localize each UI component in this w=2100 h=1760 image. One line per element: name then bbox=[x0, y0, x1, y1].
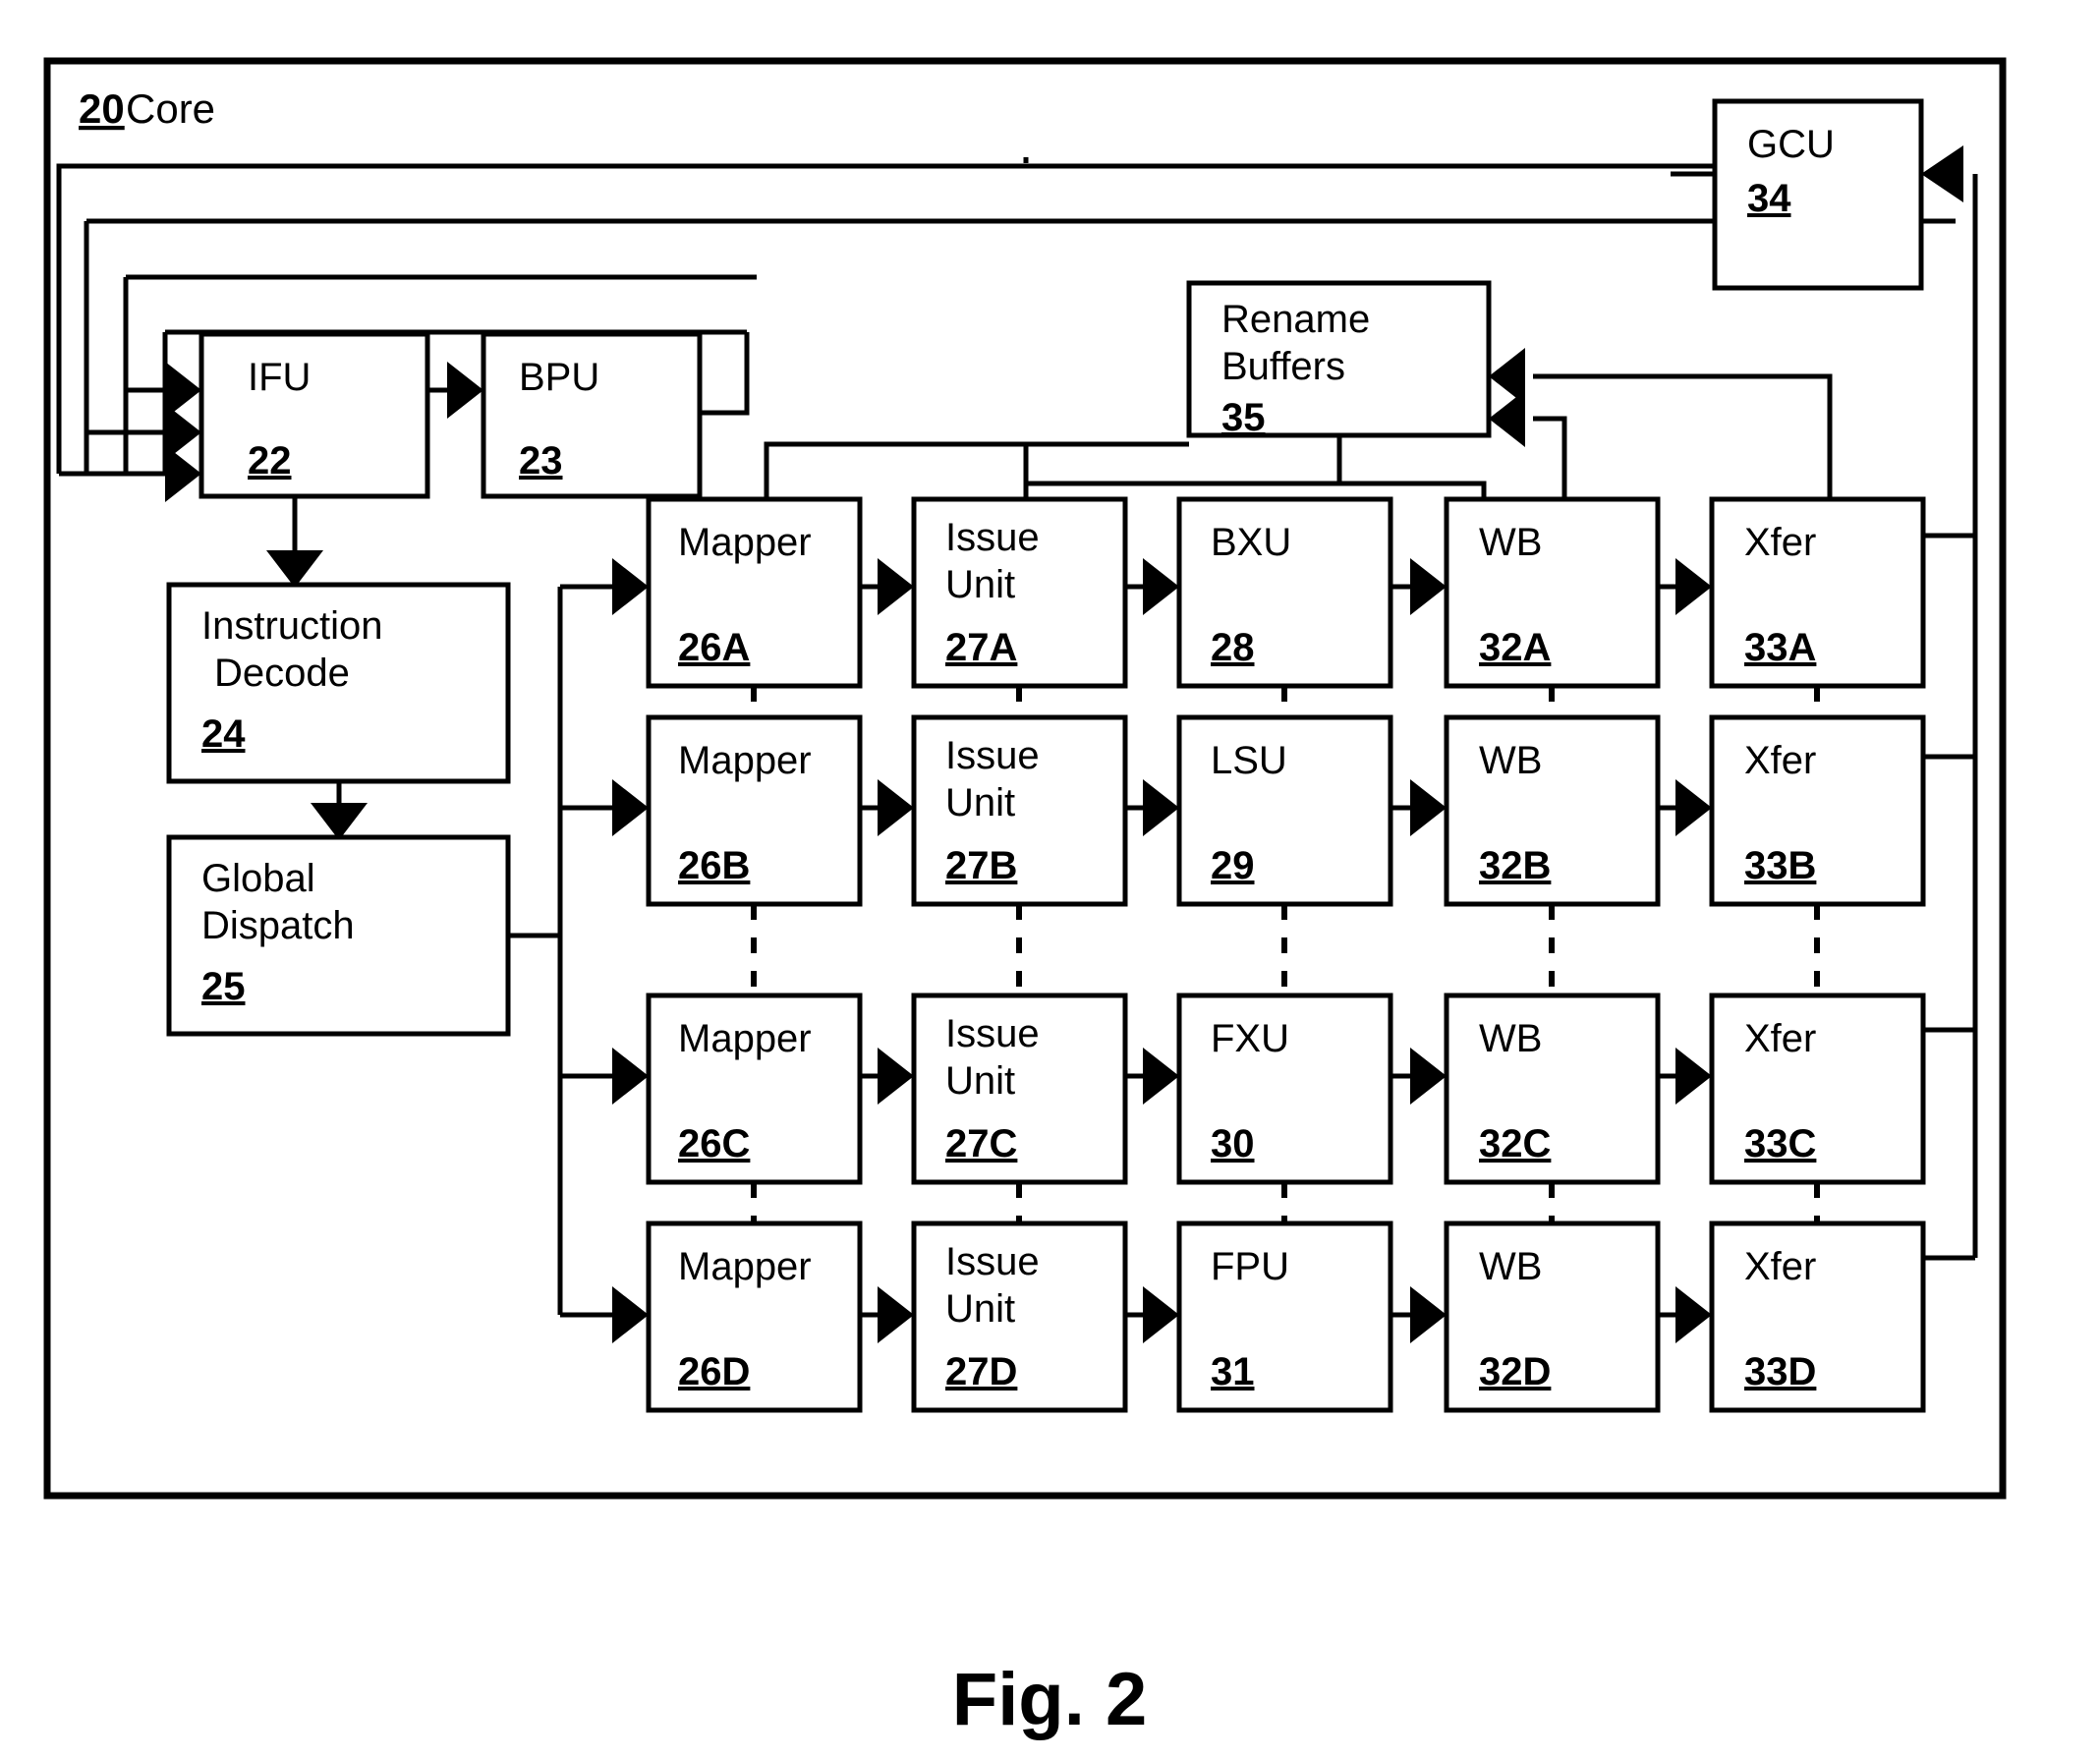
figure-page: IFU 22 BPU 23 Instruction Decode 24 Glob… bbox=[0, 0, 2100, 1760]
pipeline-row: Mapper 26B Issue Unit 27B LSU 29 WB 32B … bbox=[646, 714, 1926, 907]
wb-a-title: WB bbox=[1479, 521, 1542, 564]
rename-title-line2: Buffers bbox=[1221, 345, 1345, 388]
xfer-c-title: Xfer bbox=[1744, 1017, 1816, 1060]
mapper-d-title: Mapper bbox=[678, 1245, 812, 1288]
core-block-diagram: IFU 22 BPU 23 Instruction Decode 24 Glob… bbox=[43, 57, 2007, 1741]
issue-b-title-line1: Issue bbox=[945, 734, 1040, 777]
mapper-a-number: 26A bbox=[678, 626, 750, 669]
issue-c-title-line1: Issue bbox=[945, 1012, 1040, 1055]
issue-a-number: 27A bbox=[945, 626, 1017, 669]
rename-number: 35 bbox=[1221, 396, 1266, 439]
block-lsu[interactable]: LSU 29 bbox=[1176, 714, 1393, 907]
mapper-d-number: 26D bbox=[678, 1350, 750, 1393]
mapper-b-number: 26B bbox=[678, 844, 750, 887]
lsu-number: 29 bbox=[1211, 844, 1255, 887]
block-wb-c[interactable]: WB 32C bbox=[1444, 993, 1661, 1185]
block-mapper-a[interactable]: Mapper 26A bbox=[646, 496, 863, 689]
wb-d-title: WB bbox=[1479, 1245, 1542, 1288]
wb-b-number: 32B bbox=[1479, 844, 1551, 887]
block-xfer-c[interactable]: Xfer 33C bbox=[1709, 993, 1926, 1185]
block-issue-a[interactable]: Issue Unit 27A bbox=[911, 496, 1128, 689]
decode-title-line2: Decode bbox=[214, 652, 350, 695]
block-bpu[interactable]: BPU 23 bbox=[481, 331, 703, 499]
pipeline-row: Mapper 26C Issue Unit 27C FXU 30 WB 32C … bbox=[646, 993, 1926, 1185]
mapper-b-title: Mapper bbox=[678, 739, 812, 782]
xfer-a-title: Xfer bbox=[1744, 521, 1816, 564]
issue-d-title-line1: Issue bbox=[945, 1240, 1040, 1283]
mapper-c-title: Mapper bbox=[678, 1017, 812, 1060]
bxu-title: BXU bbox=[1211, 521, 1291, 564]
xfer-b-number: 33B bbox=[1744, 844, 1816, 887]
block-mapper-d[interactable]: Mapper 26D bbox=[646, 1221, 863, 1413]
block-instruction-decode[interactable]: Instruction Decode 24 bbox=[166, 582, 511, 784]
decode-number: 24 bbox=[201, 712, 246, 756]
bpu-title: BPU bbox=[519, 356, 599, 399]
issue-a-title-line1: Issue bbox=[945, 516, 1040, 559]
block-fpu[interactable]: FPU 31 bbox=[1176, 1221, 1393, 1413]
issue-d-title-line2: Unit bbox=[945, 1287, 1015, 1331]
block-mapper-c[interactable]: Mapper 26C bbox=[646, 993, 863, 1185]
wb-d-number: 32D bbox=[1479, 1350, 1551, 1393]
dispatch-title-line1: Global bbox=[201, 857, 315, 900]
core-title: 20 Core bbox=[79, 85, 215, 132]
core-title-text: Core bbox=[126, 85, 215, 132]
issue-b-number: 27B bbox=[945, 844, 1017, 887]
issue-c-number: 27C bbox=[945, 1122, 1017, 1165]
wb-a-number: 32A bbox=[1479, 626, 1551, 669]
fpu-number: 31 bbox=[1211, 1350, 1255, 1393]
core-title-number: 20 bbox=[79, 85, 125, 132]
block-issue-b[interactable]: Issue Unit 27B bbox=[911, 714, 1128, 907]
issue-a-title-line2: Unit bbox=[945, 563, 1015, 606]
block-xfer-a[interactable]: Xfer 33A bbox=[1709, 496, 1926, 689]
block-fxu[interactable]: FXU 30 bbox=[1176, 993, 1393, 1185]
block-wb-b[interactable]: WB 32B bbox=[1444, 714, 1661, 907]
fpu-title: FPU bbox=[1211, 1245, 1289, 1288]
wb-b-title: WB bbox=[1479, 739, 1542, 782]
block-xfer-b[interactable]: Xfer 33B bbox=[1709, 714, 1926, 907]
mapper-c-number: 26C bbox=[678, 1122, 750, 1165]
ifu-title: IFU bbox=[248, 356, 311, 399]
wb-c-title: WB bbox=[1479, 1017, 1542, 1060]
xfer-a-number: 33A bbox=[1744, 626, 1816, 669]
gcu-number: 34 bbox=[1747, 177, 1791, 220]
issue-d-number: 27D bbox=[945, 1350, 1017, 1393]
xfer-d-title: Xfer bbox=[1744, 1245, 1816, 1288]
xfer-d-number: 33D bbox=[1744, 1350, 1816, 1393]
dispatch-title-line2: Dispatch bbox=[201, 904, 355, 947]
issue-c-title-line2: Unit bbox=[945, 1059, 1015, 1103]
dispatch-number: 25 bbox=[201, 965, 246, 1008]
bxu-number: 28 bbox=[1211, 626, 1255, 669]
block-wb-a[interactable]: WB 32A bbox=[1444, 496, 1661, 689]
block-gcu[interactable]: GCU 34 bbox=[1712, 98, 1924, 291]
block-rename-buffers[interactable]: Rename Buffers 35 bbox=[1186, 280, 1492, 439]
block-ifu[interactable]: IFU 22 bbox=[199, 331, 430, 499]
block-issue-d[interactable]: Issue Unit 27D bbox=[911, 1221, 1128, 1413]
block-mapper-b[interactable]: Mapper 26B bbox=[646, 714, 863, 907]
pipeline-row: Mapper 26A Issue Unit 27A BXU 28 WB 32A … bbox=[646, 496, 1926, 689]
block-issue-c[interactable]: Issue Unit 27C bbox=[911, 993, 1128, 1185]
gcu-title: GCU bbox=[1747, 123, 1835, 166]
bpu-number: 23 bbox=[519, 439, 563, 483]
pipeline-row: Mapper 26D Issue Unit 27D FPU 31 WB 32D … bbox=[646, 1221, 1926, 1413]
fxu-number: 30 bbox=[1211, 1122, 1255, 1165]
block-global-dispatch[interactable]: Global Dispatch 25 bbox=[166, 834, 511, 1037]
block-bxu[interactable]: BXU 28 bbox=[1176, 496, 1393, 689]
decode-title-line1: Instruction bbox=[201, 604, 383, 648]
xfer-c-number: 33C bbox=[1744, 1122, 1816, 1165]
block-xfer-d[interactable]: Xfer 33D bbox=[1709, 1221, 1926, 1413]
ifu-number: 22 bbox=[248, 439, 292, 483]
block-wb-d[interactable]: WB 32D bbox=[1444, 1221, 1661, 1413]
mapper-a-title: Mapper bbox=[678, 521, 812, 564]
lsu-title: LSU bbox=[1211, 739, 1287, 782]
rename-title-line1: Rename bbox=[1221, 298, 1370, 341]
wb-c-number: 32C bbox=[1479, 1122, 1551, 1165]
issue-b-title-line2: Unit bbox=[945, 781, 1015, 824]
figure-caption: Fig. 2 bbox=[952, 1658, 1147, 1741]
fxu-title: FXU bbox=[1211, 1017, 1289, 1060]
xfer-b-title: Xfer bbox=[1744, 739, 1816, 782]
